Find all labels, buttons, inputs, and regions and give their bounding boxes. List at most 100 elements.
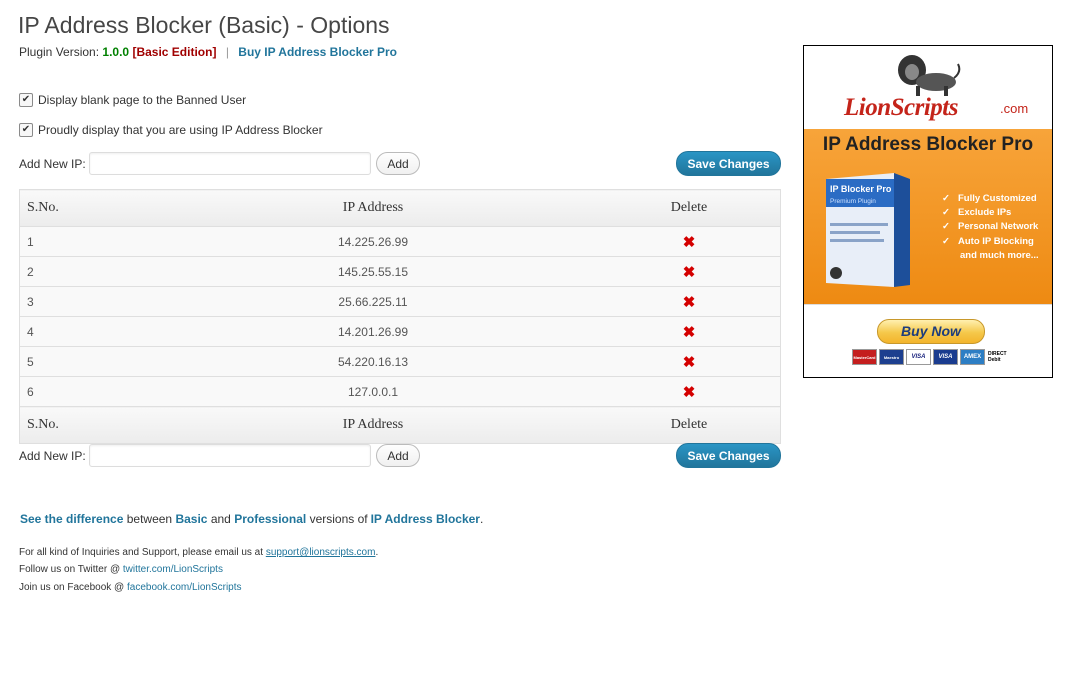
box-subtitle: Premium Plugin: [830, 198, 876, 205]
option-blank-page[interactable]: ✔ Display blank page to the Banned User: [19, 93, 246, 107]
row-sno: 5: [19, 346, 148, 377]
buy-now-button[interactable]: Buy Now: [877, 319, 985, 344]
facebook-line: Join us on Facebook @ facebook.com/LionS…: [19, 582, 242, 593]
delete-x-icon[interactable]: ✖: [683, 353, 696, 371]
lion-icon: [898, 55, 961, 96]
support-line: For all kind of Inquiries and Support, p…: [19, 547, 378, 558]
table-row: 1 14.225.26.99 ✖: [19, 226, 781, 257]
version-number: 1.0.0: [102, 45, 130, 59]
row-sno: 1: [19, 226, 148, 257]
table-row: 2 145.25.55.15 ✖: [19, 256, 781, 287]
row-sno: 4: [19, 316, 148, 347]
logo-suffix: .com: [1000, 101, 1029, 116]
save-changes-button[interactable]: Save Changes: [676, 443, 781, 468]
row-sno: 6: [19, 376, 148, 407]
basic-label: Basic: [175, 512, 208, 526]
separator: |: [225, 45, 229, 59]
see-difference-link[interactable]: See the difference: [20, 512, 123, 526]
feature-list: Fully Customized Exclude IPs Personal Ne…: [940, 192, 1039, 263]
row-ip: 14.201.26.99: [148, 316, 598, 347]
option-proudly-display[interactable]: ✔ Proudly display that you are using IP …: [19, 123, 323, 137]
header-sno: S.No.: [19, 189, 148, 227]
delete-x-icon[interactable]: ✖: [683, 233, 696, 251]
row-sno: 3: [19, 286, 148, 317]
twitter-line: Follow us on Twitter @ twitter.com/LionS…: [19, 564, 223, 575]
edition-badge: [Basic Edition]: [132, 45, 217, 59]
row-sno: 2: [19, 256, 148, 287]
table-header-row: S.No. IP Address Delete: [19, 189, 781, 227]
direct-debit-icon: DIRECT Debit: [987, 349, 1019, 365]
feature-item: Personal Network: [940, 220, 1039, 234]
facebook-text: Join us on Facebook @: [19, 582, 125, 593]
buy-pro-link[interactable]: Buy IP Address Blocker Pro: [238, 45, 397, 59]
table-row: 6 127.0.0.1 ✖: [19, 376, 781, 407]
product-box-image: IP Blocker Pro Premium Plugin: [826, 173, 910, 287]
delete-x-icon[interactable]: ✖: [683, 293, 696, 311]
feature-more: and much more...: [960, 249, 1039, 261]
box-title: IP Blocker Pro: [830, 184, 892, 194]
amex-icon: AMEX: [960, 349, 985, 365]
page-title: IP Address Blocker (Basic) - Options: [18, 12, 390, 38]
visa-icon: VISA: [906, 349, 931, 365]
support-end: .: [375, 547, 379, 558]
difference-line: See the difference between Basic and Pro…: [20, 512, 483, 526]
add-ip-input[interactable]: [89, 152, 371, 175]
maestro-icon: Maestro: [879, 349, 904, 365]
promo-title: IP Address Blocker Pro: [822, 134, 1034, 155]
footer-sno: S.No.: [19, 406, 148, 444]
payment-cards: MasterCard Maestro VISA VISA AMEX DIRECT…: [852, 349, 1019, 365]
twitter-link[interactable]: twitter.com/LionScripts: [123, 564, 223, 575]
proudly-display-label: Proudly display that you are using IP Ad…: [38, 123, 323, 137]
support-text: For all kind of Inquiries and Support, p…: [19, 547, 264, 558]
mastercard-icon: MasterCard: [852, 349, 877, 365]
promo-panel: IP Address Blocker Pro IP Blocker Pro Pr…: [804, 129, 1052, 304]
table-row: 4 14.201.26.99 ✖: [19, 316, 781, 347]
save-changes-button[interactable]: Save Changes: [676, 151, 781, 176]
header-ip-address: IP Address: [148, 189, 598, 227]
add-ip-label: Add New IP:: [19, 449, 86, 463]
header-delete: Delete: [598, 189, 781, 227]
diff-text: between: [126, 512, 173, 526]
add-ip-button[interactable]: Add: [376, 444, 420, 467]
twitter-text: Follow us on Twitter @: [19, 564, 121, 575]
row-ip: 127.0.0.1: [148, 376, 598, 407]
feature-item: Exclude IPs: [940, 206, 1039, 220]
feature-item: Auto IP Blocking: [940, 235, 1039, 249]
product-label: IP Address Blocker: [370, 512, 480, 526]
add-ip-input[interactable]: [89, 444, 371, 467]
add-ip-form-top: Add New IP: Add Save Changes: [19, 151, 781, 176]
visa-electron-icon: VISA: [933, 349, 958, 365]
plugin-version-line: Plugin Version: 1.0.0 [Basic Edition] | …: [19, 45, 397, 59]
delete-x-icon[interactable]: ✖: [683, 383, 696, 401]
add-ip-button[interactable]: Add: [376, 152, 420, 175]
table-footer-row: S.No. IP Address Delete: [19, 406, 781, 444]
version-label: Plugin Version:: [19, 45, 100, 59]
diff-text: .: [479, 512, 484, 526]
delete-x-icon[interactable]: ✖: [683, 323, 696, 341]
diff-text: and: [210, 512, 231, 526]
lionscripts-logo: LionScripts .com: [804, 46, 1052, 129]
diff-text: versions of: [309, 512, 368, 526]
feature-item: Fully Customized: [940, 192, 1039, 206]
support-email-link[interactable]: support@lionscripts.com: [266, 547, 376, 558]
lionscripts-ad-banner[interactable]: LionScripts .com IP Address Blocker Pro …: [803, 45, 1053, 378]
add-ip-form-bottom: Add New IP: Add Save Changes: [19, 443, 781, 468]
delete-x-icon[interactable]: ✖: [683, 263, 696, 281]
row-ip: 54.220.16.13: [148, 346, 598, 377]
row-ip: 25.66.225.11: [148, 286, 598, 317]
ip-address-table: S.No. IP Address Delete 1 14.225.26.99 ✖…: [19, 189, 781, 444]
row-ip: 145.25.55.15: [148, 256, 598, 287]
add-ip-label: Add New IP:: [19, 157, 86, 171]
proudly-display-checkbox[interactable]: ✔: [19, 123, 33, 137]
table-row: 5 54.220.16.13 ✖: [19, 346, 781, 377]
facebook-link[interactable]: facebook.com/LionScripts: [127, 582, 242, 593]
row-ip: 14.225.26.99: [148, 226, 598, 257]
footer-delete: Delete: [598, 406, 781, 444]
professional-label: Professional: [234, 512, 307, 526]
logo-text: LionScripts: [844, 94, 958, 121]
footer-ip-address: IP Address: [148, 406, 598, 444]
blank-page-checkbox[interactable]: ✔: [19, 93, 33, 107]
table-row: 3 25.66.225.11 ✖: [19, 286, 781, 317]
blank-page-label: Display blank page to the Banned User: [38, 93, 247, 107]
buy-section: Buy Now MasterCard Maestro VISA VISA AME…: [804, 304, 1052, 377]
